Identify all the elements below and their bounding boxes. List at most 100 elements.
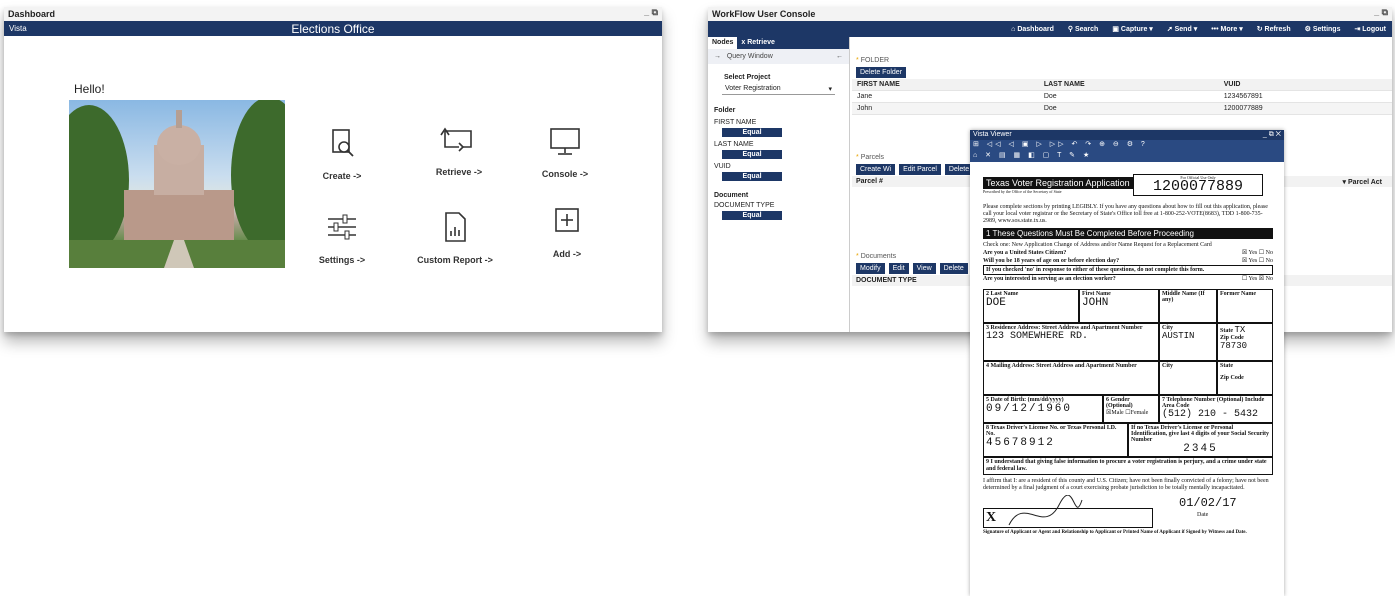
viewer-titlebar: Vista Viewer _ ⧉ ✕ <box>970 130 1284 140</box>
cell-last: Doe <box>1038 90 1219 103</box>
query-pane: Nodes x Retrieve → Query Window ← Select… <box>708 37 850 332</box>
document-type-label: DOCUMENT TYPE <box>714 202 775 209</box>
add-tile[interactable]: Add -> <box>512 205 622 259</box>
first-name-value: JOHN <box>1082 297 1109 309</box>
workflow-menu-bar: ⌂ Dashboard ⚲ Search ▣ Capture ▾ ➚ Send … <box>708 21 1392 37</box>
question-warning: If you checked 'no' in response to eithe… <box>983 265 1273 275</box>
section-2-name: 2 Last Name DOE First Name JOHN Middle Nam… <box>983 289 1273 323</box>
cell-first: Jane <box>852 90 1039 103</box>
vuid-operator[interactable]: Equal <box>722 172 782 181</box>
section-4-mailing: 4 Mailing Address: Street Address and Ap… <box>983 361 1273 395</box>
document-type-operator[interactable]: Equal <box>722 211 782 220</box>
ssn-value: 2345 <box>1183 443 1218 455</box>
phone-cell: 7 Telephone Number (Optional) Include Ar… <box>1159 395 1273 423</box>
last-name-operator[interactable]: Equal <box>722 150 782 159</box>
edit-parcel-button[interactable]: Edit Parcel <box>899 164 941 175</box>
create-tile[interactable]: Create -> <box>287 127 397 181</box>
retrieve-label: Retrieve -> <box>435 167 483 177</box>
first-name-operator[interactable]: Equal <box>722 128 782 137</box>
city-cell: City AUSTIN <box>1159 323 1217 361</box>
menu-search[interactable]: ⚲ Search <box>1068 25 1098 33</box>
menu-dashboard[interactable]: ⌂ Dashboard <box>1011 26 1054 33</box>
dl-cell: 8 Texas Driver's License No. or Texas Pe… <box>983 423 1128 457</box>
former-name-cell: Former Name <box>1217 289 1273 323</box>
delete-parcel-button[interactable]: Delete <box>944 164 974 175</box>
custom-report-label: Custom Report -> <box>417 255 493 265</box>
first-name-cell: First Name JOHN <box>1079 289 1159 323</box>
menu-send[interactable]: ➚ Send ▾ <box>1167 25 1197 33</box>
create-label: Create -> <box>322 171 362 181</box>
first-name-label: FIRST NAME <box>714 119 757 126</box>
settings-label: Settings -> <box>318 255 366 265</box>
section-8-id: 8 Texas Driver's License No. or Texas Pe… <box>983 423 1273 457</box>
delete-folder-button[interactable]: Delete Folder <box>856 67 907 78</box>
table-row[interactable]: John Doe 1200077889 <box>852 102 1392 115</box>
console-tile[interactable]: Console -> <box>510 125 620 179</box>
section-3-residence: 3 Residence Address: Street Address and … <box>983 323 1273 361</box>
retrieve-icon <box>404 123 514 163</box>
refresh-icon: ↻ <box>1256 26 1265 33</box>
arrow-left-icon[interactable]: ← <box>836 53 843 60</box>
viewer-nav-toolbar[interactable]: ⊞ ◁◁ ◁ ▣ ▷ ▷▷ ↶ ↷ ⊕ ⊖ ⚙ ? <box>970 140 1284 151</box>
custom-report-tile[interactable]: Custom Report -> <box>400 211 510 265</box>
modify-button[interactable]: Modify <box>856 263 885 274</box>
folder-section-title: * FOLDER <box>856 57 890 64</box>
query-window-row[interactable]: → Query Window ← <box>708 49 849 64</box>
settings-tile[interactable]: Settings -> <box>287 211 397 265</box>
query-window-label: Query Window <box>726 53 773 60</box>
greeting: Hello! <box>74 82 105 96</box>
last-name-label: LAST NAME <box>714 141 754 148</box>
mailing-cell: 4 Mailing Address: Street Address and Ap… <box>983 361 1159 395</box>
search-icon: ⚲ <box>1067 26 1075 33</box>
col-first-name[interactable]: FIRST NAME <box>852 79 1039 91</box>
viewer-annotation-toolbar[interactable]: ⌂ ✕ ▤ ▦ ◧ ▢ T ✎ ★ <box>970 151 1284 162</box>
delete-document-button[interactable]: Delete <box>939 263 968 274</box>
workflow-window-title: WorkFlow User Console <box>712 9 816 19</box>
console-label: Console -> <box>541 169 589 179</box>
section-1-header: 1 These Questions Must Be Completed Befo… <box>983 228 1273 239</box>
vuid-label: VUID <box>714 163 731 170</box>
col-parcel-act[interactable]: ▾ Parcel Act <box>1343 178 1382 186</box>
window-controls-icon[interactable]: _ ⧉ <box>1374 7 1388 18</box>
form-title: Texas Voter Registration Application <box>983 177 1133 189</box>
col-vuid[interactable]: VUID <box>1218 79 1392 91</box>
plus-box-icon <box>512 205 622 245</box>
zip-value: 78730 <box>1220 341 1248 351</box>
add-label: Add -> <box>552 249 582 259</box>
col-parcel[interactable]: Parcel # <box>856 178 883 185</box>
gender-cell: 6 Gender (Optional) ☒Male ☐Female <box>1103 395 1159 423</box>
mailing-city-cell: City <box>1159 361 1217 395</box>
window-controls-icon[interactable]: _ ⧉ <box>644 7 658 18</box>
document-heading: Document <box>714 192 749 199</box>
edit-button[interactable]: Edit <box>888 263 909 274</box>
viewer-window-controls-icon[interactable]: _ ⧉ ✕ <box>1263 131 1281 139</box>
menu-settings[interactable]: ⚙ Settings <box>1305 25 1341 33</box>
form-intro: Please complete sections by printing LEG… <box>983 204 1268 224</box>
registration-form: Texas Voter Registration Application Pre… <box>983 174 1273 540</box>
table-row[interactable]: Jane Doe 1234567891 <box>852 90 1392 103</box>
tab-retrieve[interactable]: x Retrieve <box>737 37 849 49</box>
menu-refresh[interactable]: ↻ Refresh <box>1257 25 1291 33</box>
view-button[interactable]: View <box>912 263 936 274</box>
tab-nodes[interactable]: Nodes <box>708 37 737 49</box>
folder-section: * FOLDER Delete Folder FIRST NAME LAST N… <box>852 55 1392 115</box>
capture-icon: ▣ <box>1112 26 1121 33</box>
ssn-cell: If no Texas Driver's License or Personal… <box>1128 423 1273 457</box>
col-last-name[interactable]: LAST NAME <box>1038 79 1219 91</box>
select-project-label: Select Project <box>724 74 771 81</box>
menu-logout[interactable]: ⇥ Logout <box>1354 25 1386 33</box>
signature-label: Signature of Applicant or Agent and Rela… <box>983 530 1247 535</box>
middle-name-cell: Middle Name (If any) <box>1159 289 1217 323</box>
create-wi-button[interactable]: Create Wi <box>856 164 896 175</box>
menu-more[interactable]: ••• More ▾ <box>1211 25 1243 33</box>
residence-cell: 3 Residence Address: Street Address and … <box>983 323 1159 361</box>
report-icon <box>400 211 510 251</box>
form-header: Texas Voter Registration Application Pre… <box>983 174 1273 198</box>
search-document-icon <box>287 127 397 167</box>
menu-capture[interactable]: ▣ Capture ▾ <box>1112 25 1152 33</box>
cell-vuid: 1234567891 <box>1218 90 1392 103</box>
signature-date: 01/02/17 <box>1179 496 1237 510</box>
capitol-photo <box>69 100 285 268</box>
project-select[interactable]: Voter Registration ▾ <box>722 83 835 95</box>
retrieve-tile[interactable]: Retrieve -> <box>404 123 514 177</box>
